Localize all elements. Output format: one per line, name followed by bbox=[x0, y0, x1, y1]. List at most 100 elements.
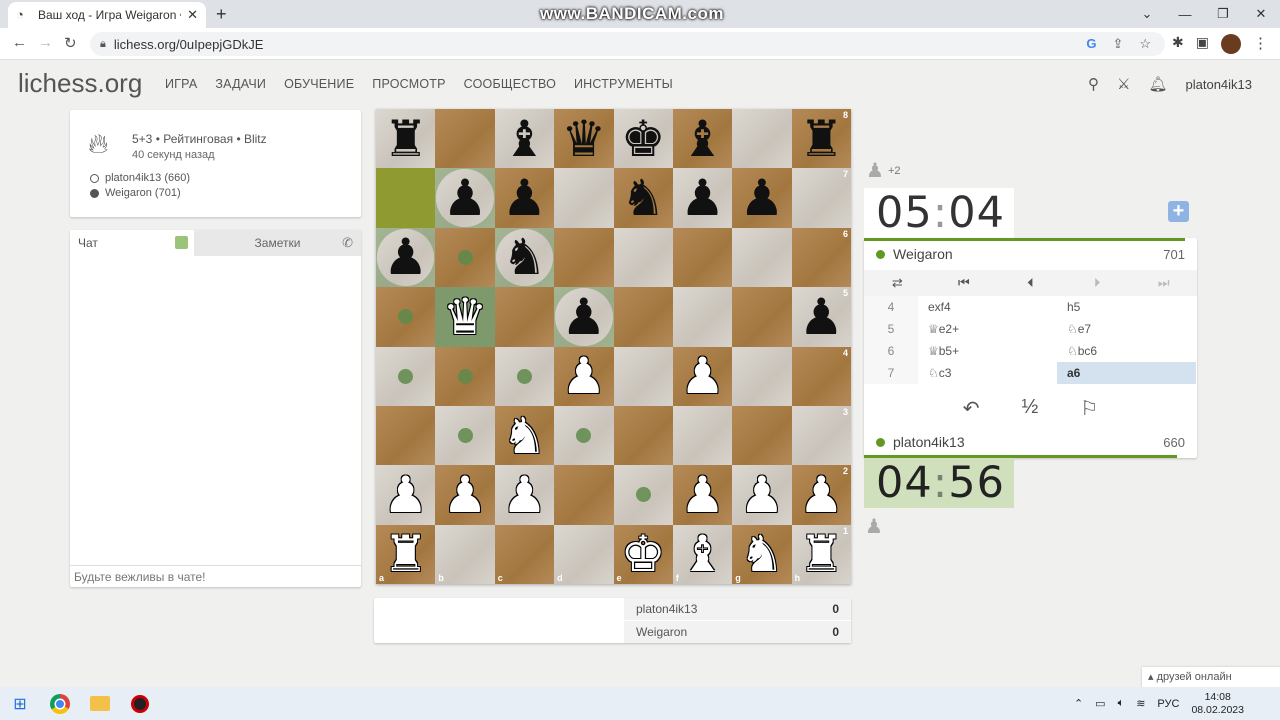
white-king-icon[interactable]: ♚ bbox=[621, 529, 666, 579]
new-tab-button[interactable]: + bbox=[216, 4, 227, 25]
prev-move-icon[interactable]: ⏴ bbox=[997, 275, 1064, 291]
square-f2[interactable]: ♟ bbox=[672, 465, 733, 525]
square-g6[interactable] bbox=[732, 227, 792, 288]
reload-icon[interactable]: ↻ bbox=[64, 34, 77, 52]
square-f4[interactable]: ♟ bbox=[672, 346, 733, 406]
browser-tab[interactable]: ◔ Ваш ход - Игра Weigaron • liche ✕ bbox=[8, 2, 206, 28]
notification-bell-icon[interactable]: 🔔︎ bbox=[1148, 75, 1167, 93]
square-g2[interactable]: ♟ bbox=[732, 465, 792, 525]
nav-community[interactable]: СООБЩЕСТВО bbox=[464, 77, 556, 91]
square-a3[interactable] bbox=[376, 405, 436, 466]
square-e1[interactable]: ♚ e bbox=[613, 524, 673, 584]
square-b8[interactable] bbox=[435, 109, 495, 169]
square-a1[interactable]: ♜ a bbox=[376, 524, 436, 584]
resign-flag-icon[interactable]: ⚐ bbox=[1080, 396, 1098, 421]
white-bishop-icon[interactable]: ♝ bbox=[680, 529, 725, 579]
back-icon[interactable]: ← bbox=[12, 34, 27, 51]
language-indicator[interactable]: РУС bbox=[1157, 698, 1179, 710]
maximize-icon[interactable]: ❐ bbox=[1204, 0, 1242, 28]
square-c2[interactable]: ♟ bbox=[494, 465, 555, 525]
google-icon[interactable]: G bbox=[1086, 36, 1096, 52]
bandicam-taskbar-icon[interactable] bbox=[120, 687, 160, 720]
square-d5[interactable]: ♟ bbox=[554, 287, 614, 347]
challenge-icon[interactable]: ⚔ bbox=[1117, 75, 1130, 93]
white-move[interactable]: exf4 bbox=[918, 296, 1057, 318]
white-pawn-icon[interactable]: ♟ bbox=[799, 470, 844, 520]
white-move[interactable]: ♕b5+ bbox=[918, 340, 1057, 362]
square-f1[interactable]: ♝ f bbox=[672, 524, 733, 584]
square-g1[interactable]: ♞ g bbox=[732, 524, 792, 584]
system-clock[interactable]: 14:08 08.02.2023 bbox=[1191, 691, 1244, 717]
first-move-icon[interactable]: ⏮ bbox=[931, 275, 998, 291]
square-g8[interactable] bbox=[732, 109, 792, 169]
bookmark-star-icon[interactable]: ☆ bbox=[1139, 36, 1151, 52]
nav-tools[interactable]: ИНСТРУМЕНТЫ bbox=[574, 77, 673, 91]
white-knight-icon[interactable]: ♞ bbox=[740, 529, 785, 579]
offer-draw-icon[interactable]: ½ bbox=[1022, 396, 1039, 421]
square-h6[interactable]: 6 bbox=[791, 227, 851, 288]
windows-start-icon[interactable]: ⊞ bbox=[0, 687, 40, 720]
forward-icon[interactable]: → bbox=[38, 34, 53, 51]
black-bishop-icon[interactable]: ♝ bbox=[502, 114, 547, 164]
white-pawn-icon[interactable]: ♟ bbox=[561, 351, 606, 401]
give-time-button[interactable]: + bbox=[1168, 201, 1189, 222]
tray-chevron-icon[interactable]: ⌃ bbox=[1074, 697, 1083, 710]
close-window-icon[interactable]: ✕ bbox=[1242, 0, 1280, 28]
square-c3[interactable]: ♞ bbox=[494, 405, 555, 466]
chrome-taskbar-icon[interactable] bbox=[40, 687, 80, 720]
square-d1[interactable]: d bbox=[554, 524, 614, 584]
square-h7[interactable]: 7 bbox=[791, 168, 851, 228]
phone-icon[interactable]: ✆ bbox=[342, 235, 353, 251]
chat-toggle[interactable] bbox=[175, 236, 188, 249]
square-c8[interactable]: ♝ bbox=[494, 109, 555, 169]
black-pawn-icon[interactable]: ♟ bbox=[502, 173, 547, 223]
my-name[interactable]: platon4ik13 660 bbox=[864, 431, 1197, 453]
square-d8[interactable]: ♛ bbox=[554, 109, 614, 169]
square-h3[interactable]: 3 bbox=[791, 405, 851, 466]
square-f8[interactable]: ♝ bbox=[672, 109, 733, 169]
tab-notes[interactable]: Заметки ✆ bbox=[194, 230, 361, 256]
square-a8[interactable]: ♜ bbox=[376, 109, 436, 169]
friends-online-button[interactable]: ▴ друзей онлайн bbox=[1142, 667, 1280, 687]
square-e5[interactable] bbox=[613, 287, 673, 347]
square-c5[interactable] bbox=[494, 287, 555, 347]
black-move[interactable]: ♘e7 bbox=[1057, 318, 1196, 340]
square-f3[interactable] bbox=[672, 405, 733, 466]
square-e2[interactable] bbox=[613, 465, 673, 525]
white-rook-icon[interactable]: ♜ bbox=[799, 529, 844, 579]
black-rook-icon[interactable]: ♜ bbox=[383, 114, 428, 164]
battery-icon[interactable]: ▭ bbox=[1095, 697, 1105, 710]
square-d4[interactable]: ♟ bbox=[554, 346, 614, 406]
opponent-name[interactable]: Weigaron 701 bbox=[864, 243, 1197, 265]
lock-icon[interactable]: 🔒︎ bbox=[100, 38, 106, 51]
square-h1[interactable]: ♜ h 1 bbox=[791, 524, 851, 584]
white-rook-icon[interactable]: ♜ bbox=[383, 529, 428, 579]
square-d6[interactable] bbox=[554, 227, 614, 288]
black-pawn-icon[interactable]: ♟ bbox=[799, 292, 844, 342]
white-pawn-icon[interactable]: ♟ bbox=[383, 470, 428, 520]
black-queen-icon[interactable]: ♛ bbox=[561, 114, 606, 164]
square-b4[interactable] bbox=[435, 346, 495, 406]
white-player[interactable]: platon4ik13 (660) bbox=[90, 172, 190, 184]
square-b5[interactable]: ♛ bbox=[435, 287, 495, 347]
site-logo[interactable]: lichess.org bbox=[18, 68, 142, 99]
nav-watch[interactable]: ПРОСМОТР bbox=[372, 77, 445, 91]
square-e8[interactable]: ♚ bbox=[613, 109, 673, 169]
square-d2[interactable] bbox=[554, 465, 614, 525]
white-queen-icon[interactable]: ♛ bbox=[443, 292, 488, 342]
user-menu[interactable]: platon4ik13 bbox=[1186, 77, 1253, 92]
url-field[interactable]: 🔒︎ lichess.org/0uIpepjGDkJE G ⇪ ☆ bbox=[90, 32, 1165, 56]
square-c4[interactable] bbox=[494, 346, 555, 406]
square-c7[interactable]: ♟ bbox=[494, 168, 555, 228]
white-pawn-icon[interactable]: ♟ bbox=[740, 470, 785, 520]
square-h8[interactable]: ♜ 8 bbox=[791, 109, 851, 169]
white-move[interactable]: ♕e2+ bbox=[918, 318, 1057, 340]
white-pawn-icon[interactable]: ♟ bbox=[443, 470, 488, 520]
white-knight-icon[interactable]: ♞ bbox=[502, 411, 547, 461]
nav-puzzles[interactable]: ЗАДАЧИ bbox=[215, 77, 266, 91]
white-move[interactable]: ♘c3 bbox=[918, 362, 1057, 384]
square-e6[interactable] bbox=[613, 227, 673, 288]
nav-play[interactable]: ИГРА bbox=[165, 77, 197, 91]
black-knight-icon[interactable]: ♞ bbox=[621, 173, 666, 223]
square-f5[interactable] bbox=[672, 287, 733, 347]
